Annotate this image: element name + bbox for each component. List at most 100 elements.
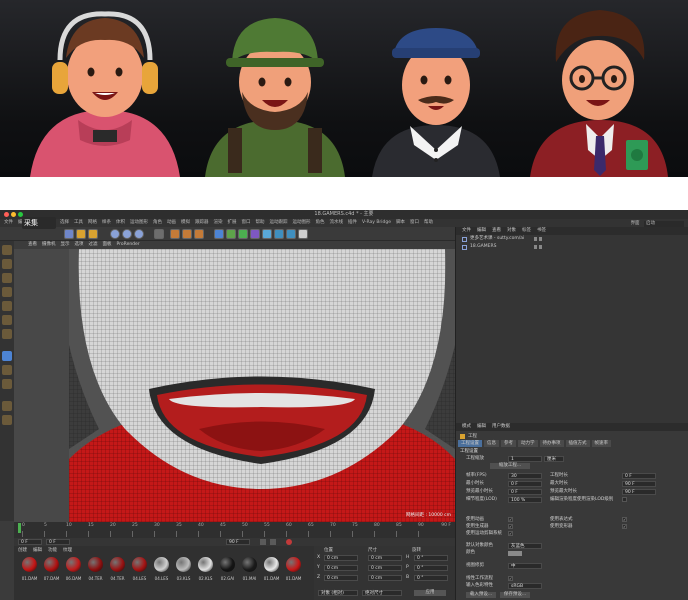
viewport-3d[interactable]: 网格间距 : 10000 cm bbox=[69, 249, 455, 522]
menu-item[interactable]: 角色 bbox=[153, 219, 162, 227]
lock-workplane-icon[interactable] bbox=[2, 401, 12, 411]
menu-item[interactable]: 脚本 bbox=[396, 219, 405, 227]
attr-checkbox[interactable]: ✓ bbox=[622, 524, 627, 529]
load-preset-button[interactable]: 载入预设... bbox=[466, 592, 496, 598]
camera-icon[interactable] bbox=[286, 229, 296, 239]
attr-field-value[interactable]: 30 bbox=[508, 473, 542, 479]
material-swatch[interactable] bbox=[132, 557, 147, 572]
play-backward-icon[interactable] bbox=[260, 539, 266, 545]
array-icon[interactable] bbox=[250, 229, 260, 239]
object-menu-item[interactable]: 文件 bbox=[462, 227, 471, 235]
attr-checkbox[interactable]: ✓ bbox=[508, 524, 513, 529]
deformer-icon[interactable] bbox=[262, 229, 272, 239]
save-preset-button[interactable]: 保存预设... bbox=[500, 592, 530, 598]
menu-item[interactable]: 选择 bbox=[60, 219, 69, 227]
sculpt-icon[interactable] bbox=[2, 415, 12, 425]
attr-field-value[interactable]: 0 F bbox=[622, 473, 656, 479]
menu-item[interactable]: 模拟 bbox=[181, 219, 190, 227]
object-menu-item[interactable]: 标签 bbox=[522, 227, 531, 235]
snap-icon[interactable] bbox=[2, 379, 12, 389]
render-settings-icon[interactable] bbox=[194, 229, 204, 239]
visibility-dots[interactable] bbox=[534, 237, 542, 241]
visibility-dots[interactable] bbox=[534, 245, 542, 249]
view-clip-dropdown[interactable]: 中 bbox=[508, 563, 542, 569]
object-menu-item[interactable]: 书签 bbox=[537, 227, 546, 235]
move-tool-icon[interactable] bbox=[76, 229, 86, 239]
coord-position-field[interactable]: 0 cm bbox=[324, 575, 358, 581]
material-swatch[interactable] bbox=[176, 557, 191, 572]
attr-checkbox[interactable]: ✓ bbox=[508, 531, 513, 536]
coord-mode-dropdown[interactable]: 对象 (相对) bbox=[318, 590, 358, 596]
object-row[interactable]: 更多艺术课 - sutty.com/ai bbox=[456, 235, 688, 243]
material-swatch[interactable] bbox=[242, 557, 257, 572]
viewport-menu-item[interactable]: 查看 bbox=[28, 241, 37, 249]
menu-item[interactable]: 跟踪器 bbox=[195, 219, 209, 227]
attr-field-value[interactable]: 0 F bbox=[508, 481, 542, 487]
menu-item[interactable]: 扩展 bbox=[228, 219, 237, 227]
menu-item[interactable]: 帮助 bbox=[256, 219, 265, 227]
size-mode-dropdown[interactable]: 绝对尺寸 bbox=[362, 590, 402, 596]
attr-checkbox[interactable]: ✓ bbox=[508, 517, 513, 522]
model-mode-icon[interactable] bbox=[2, 259, 12, 269]
points-mode-icon[interactable] bbox=[2, 301, 12, 311]
menu-item[interactable]: 窗口 bbox=[242, 219, 251, 227]
start-frame-field[interactable]: 0 F bbox=[46, 539, 70, 545]
attribute-tab[interactable]: 工程设置 bbox=[458, 440, 482, 447]
coord-system-icon[interactable] bbox=[154, 229, 164, 239]
viewport-menu-item[interactable]: 面板 bbox=[103, 241, 112, 249]
coord-rotation-field[interactable]: 0 ° bbox=[414, 565, 448, 571]
attribute-menu-item[interactable]: 编辑 bbox=[477, 423, 486, 431]
playhead[interactable] bbox=[18, 523, 21, 533]
apply-button[interactable]: 应用 bbox=[414, 590, 446, 596]
cube-icon[interactable] bbox=[214, 229, 224, 239]
axis-y-icon[interactable] bbox=[122, 229, 132, 239]
menu-item[interactable]: 帮助 bbox=[424, 219, 433, 227]
color-swatch[interactable] bbox=[508, 551, 522, 556]
viewport-menu-item[interactable]: 显示 bbox=[61, 241, 70, 249]
attr-checkbox[interactable]: ✓ bbox=[622, 517, 627, 522]
menu-item[interactable]: 工具 bbox=[74, 219, 83, 227]
menu-item[interactable]: 体积 bbox=[116, 219, 125, 227]
coord-size-field[interactable]: 0 cm bbox=[368, 575, 402, 581]
attribute-tab[interactable]: 动力学 bbox=[518, 440, 538, 447]
close-window-button[interactable] bbox=[4, 212, 9, 217]
scale-unit-dropdown[interactable]: 厘米 bbox=[544, 456, 564, 462]
attr-checkbox[interactable] bbox=[622, 497, 627, 502]
attribute-tab[interactable]: 信息 bbox=[484, 440, 499, 447]
pen-spline-icon[interactable] bbox=[226, 229, 236, 239]
make-editable-icon[interactable] bbox=[2, 245, 12, 255]
light-icon[interactable] bbox=[298, 229, 308, 239]
attribute-tab[interactable]: 插值方式 bbox=[565, 440, 590, 447]
menu-item[interactable]: 渲染 bbox=[214, 219, 223, 227]
workplane-icon[interactable] bbox=[2, 287, 12, 297]
scale-project-button[interactable]: 缩放工程... bbox=[490, 463, 530, 469]
menu-item[interactable]: 流水线 bbox=[330, 219, 344, 227]
attribute-tab[interactable]: 参考 bbox=[501, 440, 516, 447]
material-swatch[interactable] bbox=[198, 557, 213, 572]
scale-value-field[interactable]: 1 bbox=[508, 456, 542, 462]
menu-item[interactable]: 运动跟踪 bbox=[270, 219, 288, 227]
attribute-tab[interactable]: 帧速率 bbox=[591, 440, 611, 447]
menu-item[interactable]: 样条 bbox=[102, 219, 111, 227]
viewport-menu-item[interactable]: 过滤 bbox=[89, 241, 98, 249]
menu-item[interactable]: V-Ray Bridge bbox=[362, 219, 391, 227]
material-swatch[interactable] bbox=[264, 557, 279, 572]
play-forward-icon[interactable] bbox=[270, 539, 276, 545]
coord-rotation-field[interactable]: 0 ° bbox=[414, 555, 448, 561]
linear-workflow-checkbox[interactable]: ✓ bbox=[508, 576, 513, 581]
material-swatch[interactable] bbox=[154, 557, 169, 572]
material-swatch[interactable] bbox=[220, 557, 235, 572]
minimize-window-button[interactable] bbox=[11, 212, 16, 217]
menu-item[interactable]: 动画 bbox=[167, 219, 176, 227]
texture-mode-icon[interactable] bbox=[2, 273, 12, 283]
subdivision-icon[interactable] bbox=[238, 229, 248, 239]
attr-field-value[interactable]: 100 % bbox=[508, 497, 542, 503]
coord-position-field[interactable]: 0 cm bbox=[324, 555, 358, 561]
attribute-menu-item[interactable]: 模式 bbox=[462, 423, 471, 431]
layout-switcher[interactable]: 界面 启动 bbox=[631, 220, 684, 227]
polygons-mode-icon[interactable] bbox=[2, 329, 12, 339]
material-swatch[interactable] bbox=[286, 557, 301, 572]
menu-item[interactable]: 角色 bbox=[316, 219, 325, 227]
menu-item[interactable]: 窗口 bbox=[410, 219, 419, 227]
viewport-menu-item[interactable]: 选项 bbox=[75, 241, 84, 249]
